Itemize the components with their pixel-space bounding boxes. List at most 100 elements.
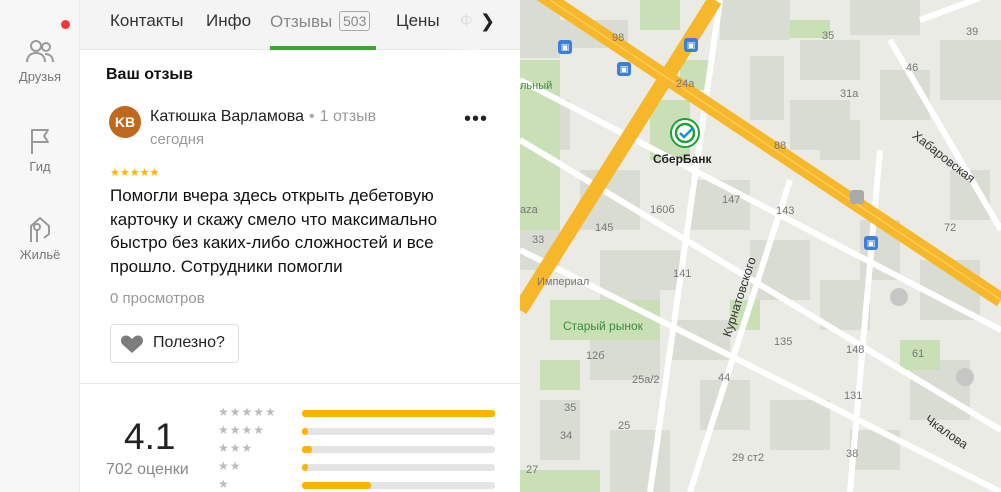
- place-icon[interactable]: [890, 288, 908, 306]
- heart-icon: [120, 334, 144, 354]
- distribution-fill: [302, 464, 308, 471]
- tab-contacts[interactable]: Контакты: [110, 11, 183, 31]
- sberbank-logo-icon[interactable]: [670, 118, 700, 148]
- section-title: Ваш отзыв: [106, 66, 193, 83]
- building-number: 38: [846, 448, 859, 460]
- tabs-fade: [452, 0, 480, 50]
- useful-button[interactable]: Полезно?: [110, 324, 239, 363]
- distribution-stars: ★: [218, 477, 230, 491]
- bank-icon[interactable]: [850, 190, 864, 204]
- review-author-line: Катюшка Варламова • 1 отзыв: [150, 108, 377, 125]
- distribution-fill: [302, 410, 495, 417]
- distribution-fill: [302, 446, 312, 453]
- author-review-count: 1 отзыв: [319, 108, 377, 125]
- author-name[interactable]: Катюшка Варламова: [150, 108, 304, 125]
- ratings-count: 702 оценки: [106, 461, 189, 478]
- distribution-stars: ★★★★: [218, 423, 266, 437]
- distribution-track: [302, 410, 495, 417]
- map[interactable]: 98 35 46 24а 31а 39 88 147 143 160б 145 …: [520, 0, 1001, 492]
- building-number: 39: [966, 26, 979, 38]
- building-number: 148: [846, 344, 865, 356]
- review-date: сегодня: [150, 131, 205, 148]
- tab-info[interactable]: Инфо: [206, 11, 251, 31]
- building-number: 35: [564, 402, 577, 414]
- left-rail: Друзья Гид Жильё: [0, 0, 80, 492]
- tabs-next-arrow-icon[interactable]: ❯: [480, 11, 495, 32]
- rail-item-label: Жильё: [19, 247, 61, 262]
- review-text: Помогли вчера здесь открыть дебетовую ка…: [110, 186, 438, 276]
- building-number: 35: [822, 30, 835, 42]
- distribution-stars: ★★★★★: [218, 405, 277, 419]
- more-options-button[interactable]: •••: [464, 108, 488, 131]
- building-number: 141: [673, 268, 692, 280]
- distribution-row: ★★★: [218, 441, 498, 459]
- rail-item-housing[interactable]: Жильё: [0, 214, 80, 262]
- distribution-track: [302, 446, 495, 453]
- building-number: 44: [718, 372, 731, 384]
- building-number: 25: [618, 420, 631, 432]
- building-number: 160б: [650, 204, 675, 216]
- building-number: 131: [844, 390, 863, 402]
- distribution-stars: ★★: [218, 459, 242, 473]
- building-number: 135: [774, 336, 793, 348]
- bus-stop-icon[interactable]: ▣: [684, 38, 698, 52]
- rating-distribution: ★★★★★ ★★★★ ★★★ ★★ ★: [218, 405, 498, 492]
- tab-reviews-label: Отзывы: [270, 12, 333, 31]
- bus-stop-icon[interactable]: ▣: [617, 62, 631, 76]
- building-number: 12б: [586, 350, 605, 362]
- park-label-cut: льный: [520, 80, 553, 92]
- distribution-track: [302, 428, 495, 435]
- average-rating: 4.1: [124, 416, 176, 457]
- distribution-fill: [302, 428, 308, 435]
- building-name: Империал: [537, 276, 590, 288]
- building-number: 145: [595, 222, 614, 234]
- building-number: 88: [774, 140, 787, 152]
- friends-icon: [25, 36, 55, 66]
- active-tab-indicator: [270, 46, 376, 50]
- rail-item-guide[interactable]: Гид: [0, 126, 80, 174]
- building-number: 143: [776, 205, 795, 217]
- building-number: 147: [722, 194, 741, 206]
- distribution-track: [302, 482, 495, 489]
- divider: [80, 383, 520, 384]
- building-number: 46: [906, 62, 919, 74]
- avatar[interactable]: KB: [109, 106, 141, 138]
- rail-item-label: Гид: [29, 159, 51, 174]
- distribution-row: ★★: [218, 459, 498, 477]
- notification-dot: [61, 20, 70, 29]
- building-number: 27: [526, 464, 539, 476]
- review-stars: ★★★★★: [110, 167, 160, 179]
- distribution-row: ★★★★: [218, 423, 498, 441]
- useful-label: Полезно?: [153, 334, 225, 351]
- tab-prices[interactable]: Цены: [396, 11, 440, 31]
- org-panel: Контакты Инфо Отзывы 503 Цены Ф ❯ Ваш от…: [80, 0, 520, 492]
- bus-stop-icon[interactable]: ▣: [864, 236, 878, 250]
- rail-item-label: Друзья: [18, 69, 62, 84]
- distribution-row: ★: [218, 477, 498, 492]
- building-number: 31а: [840, 88, 859, 100]
- flag-icon: [25, 126, 55, 156]
- poi-label[interactable]: СберБанк: [653, 152, 711, 166]
- park-label: Старый рынок: [563, 319, 643, 333]
- building-number: 29 ст2: [732, 452, 764, 464]
- house-icon: [25, 214, 55, 244]
- building-number: 72: [944, 222, 957, 234]
- distribution-stars: ★★★: [218, 441, 254, 455]
- building-name-cut: aza: [520, 204, 538, 216]
- building-number: 34: [560, 430, 573, 442]
- building-number: 33: [532, 234, 545, 246]
- building-number: 24а: [676, 78, 695, 90]
- review-views: 0 просмотров: [110, 290, 205, 307]
- building-number: 25а/2: [632, 374, 660, 386]
- place-icon[interactable]: [956, 368, 974, 386]
- rail-item-friends[interactable]: Друзья: [0, 36, 80, 84]
- reviews-count-badge: 503: [339, 11, 371, 31]
- building-number: 98: [612, 32, 625, 44]
- distribution-row: ★★★★★: [218, 405, 498, 423]
- tab-bar: Контакты Инфо Отзывы 503 Цены Ф ❯: [80, 0, 520, 50]
- distribution-fill: [302, 482, 372, 489]
- distribution-track: [302, 464, 495, 471]
- tab-reviews[interactable]: Отзывы 503: [270, 11, 371, 32]
- building-number: 61: [912, 348, 925, 360]
- bus-stop-icon[interactable]: ▣: [558, 40, 572, 54]
